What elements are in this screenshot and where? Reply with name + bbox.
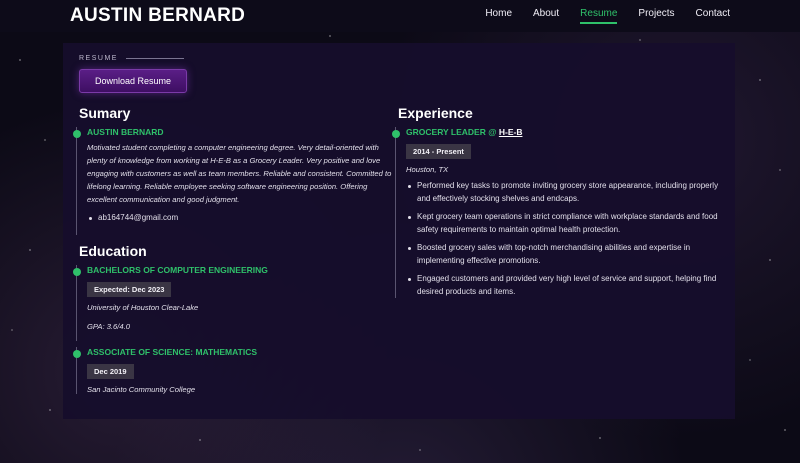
- summary-entry: AUSTIN BERNARD Motivated student complet…: [73, 127, 398, 235]
- download-resume-button[interactable]: Download Resume: [79, 69, 188, 93]
- nav-resume[interactable]: Resume: [580, 8, 618, 24]
- duty-item: Kept grocery team operations in strict c…: [406, 211, 719, 236]
- date-badge: 2014 - Present: [406, 144, 471, 159]
- school-name: San Jacinto Community College: [87, 384, 196, 394]
- timeline-dot: [392, 130, 401, 138]
- nav-projects[interactable]: Projects: [638, 8, 674, 24]
- duty-item: Engaged customers and provided very high…: [406, 273, 719, 298]
- main-nav: Home About Resume Projects Contact: [485, 8, 730, 24]
- top-navbar: AUSTIN BERNARD Home About Resume Project…: [0, 0, 800, 32]
- experience-heading: Experience: [398, 105, 473, 121]
- left-column: Sumary AUSTIN BERNARD Motivated student …: [73, 105, 398, 400]
- summary-name: AUSTIN BERNARD: [87, 127, 164, 137]
- degree-title: ASSOCIATE OF SCIENCE: MATHEMATICS: [87, 346, 257, 357]
- date-badge: Dec 2019: [87, 363, 134, 379]
- job-duties-list: Performed key tasks to promote inviting …: [406, 180, 719, 298]
- tag-divider: [125, 58, 184, 59]
- site-brand[interactable]: AUSTIN BERNARD: [70, 5, 245, 27]
- nav-contact[interactable]: Contact: [696, 8, 730, 24]
- job-title: GROCERY LEADER @ H-E-B: [406, 127, 719, 137]
- duty-item: Performed key tasks to promote inviting …: [406, 180, 719, 205]
- education-entry: ASSOCIATE OF SCIENCE: MATHEMATICS Dec 20…: [73, 346, 398, 394]
- summary-text: Motivated student completing a computer …: [87, 143, 392, 204]
- timeline-dot: [73, 267, 81, 276]
- timeline-dot: [73, 349, 81, 358]
- job-title-label: GROCERY LEADER @: [406, 127, 499, 137]
- nav-home[interactable]: Home: [485, 8, 512, 24]
- education-heading: Education: [79, 242, 147, 259]
- nav-about[interactable]: About: [533, 8, 559, 24]
- education-entry: BACHELORS OF COMPUTER ENGINEERING Expect…: [73, 264, 398, 341]
- right-column: Experience GROCERY LEADER @ H-E-B 2014 -…: [392, 105, 719, 400]
- employer-link[interactable]: H-E-B: [499, 127, 523, 137]
- summary-heading: Sumary: [79, 105, 131, 121]
- resume-columns: Sumary AUSTIN BERNARD Motivated student …: [73, 105, 719, 400]
- resume-section-tag: RESUME: [79, 55, 719, 62]
- resume-panel: RESUME Download Resume Sumary AUSTIN BER…: [63, 43, 735, 419]
- job-location: Houston, TX: [406, 165, 449, 174]
- resume-tag-label: RESUME: [79, 55, 118, 62]
- experience-entry: GROCERY LEADER @ H-E-B 2014 - Present Ho…: [392, 127, 719, 298]
- degree-title: BACHELORS OF COMPUTER ENGINEERING: [87, 264, 268, 275]
- duty-item: Boosted grocery sales with top-notch mer…: [406, 242, 719, 267]
- email-item[interactable]: ab164744@gmail.com: [87, 212, 398, 225]
- school-name: University of Houston Clear-Lake: [87, 302, 199, 312]
- gpa: GPA: 3.6/4.0: [87, 321, 130, 331]
- contact-list: ab164744@gmail.com: [87, 212, 398, 225]
- timeline-dot: [73, 130, 81, 138]
- date-badge: Expected: Dec 2023: [87, 281, 172, 297]
